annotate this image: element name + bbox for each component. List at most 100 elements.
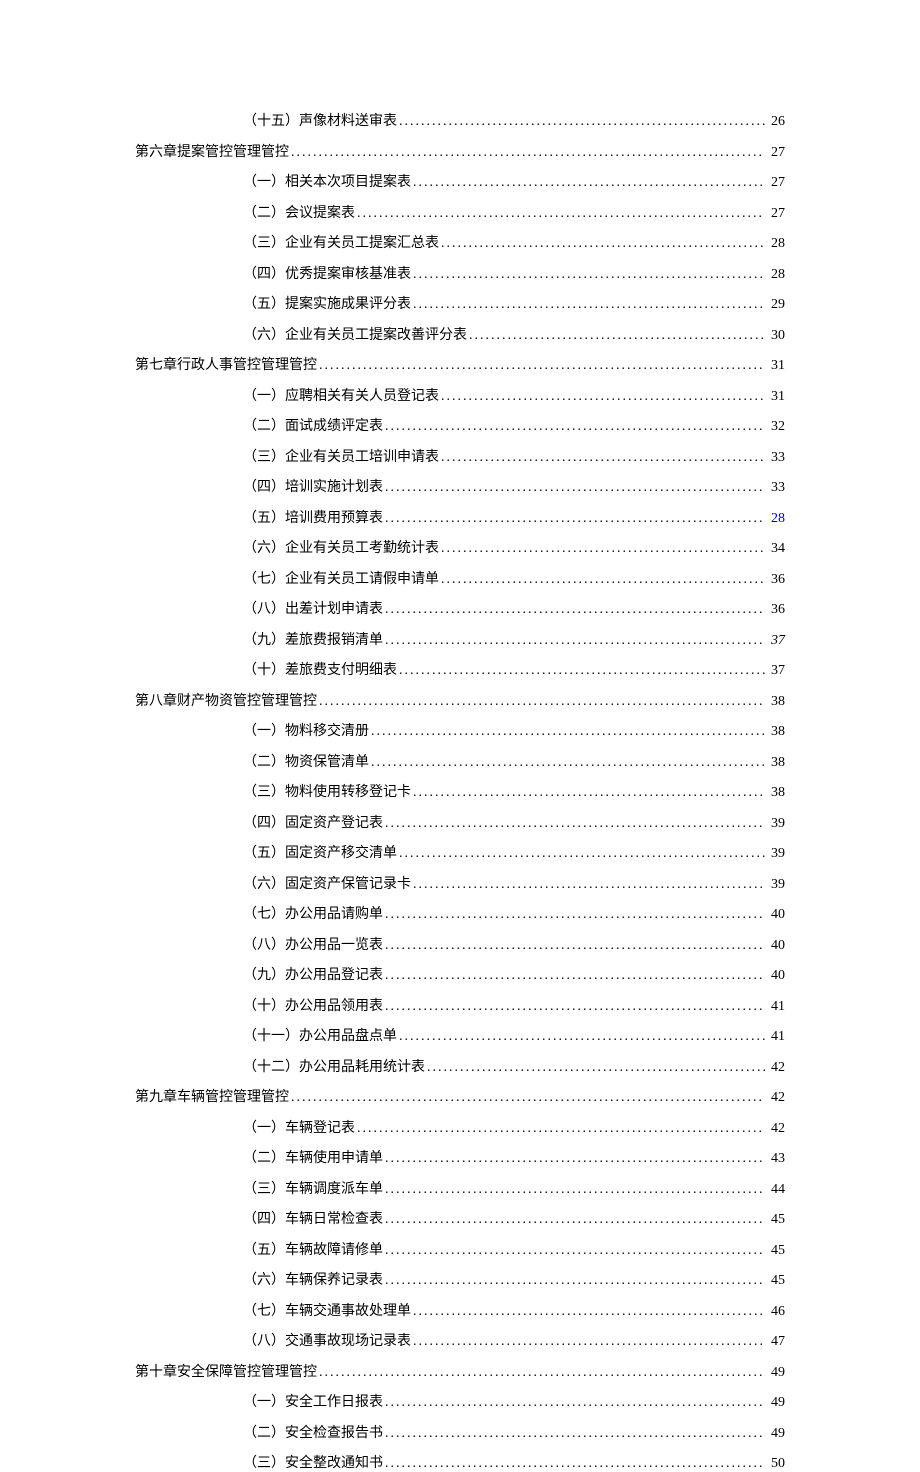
toc-row: （一）物料移交清册 38	[135, 720, 785, 740]
toc-leader-dots	[383, 1212, 765, 1228]
toc-title: （十五）声像材料送审表	[243, 110, 397, 130]
toc-leader-dots	[317, 694, 765, 710]
toc-page-number: 30	[765, 328, 785, 344]
toc-leader-dots	[425, 1060, 765, 1076]
toc-page-number: 33	[765, 480, 785, 496]
toc-title: （九）差旅费报销清单	[243, 629, 383, 649]
toc-title: （二）物资保管清单	[243, 751, 369, 771]
toc-title: 第六章提案管控管理管控	[135, 141, 289, 161]
toc-leader-dots	[397, 663, 765, 679]
toc-leader-dots	[383, 999, 765, 1015]
toc-leader-dots	[411, 877, 765, 893]
toc-leader-dots	[439, 541, 765, 557]
toc-row: （四）培训实施计划表33	[135, 476, 785, 496]
toc-page-number: 28	[765, 236, 785, 252]
toc-leader-dots	[289, 145, 765, 161]
toc-leader-dots	[369, 724, 765, 740]
toc-row: （八）出差计划申请表36	[135, 598, 785, 618]
toc-title: （七）办公用品请购单	[243, 903, 383, 923]
toc-leader-dots	[383, 419, 765, 435]
toc-page-number: 49	[765, 1365, 785, 1381]
toc-leader-dots	[439, 450, 765, 466]
toc-title: （四）车辆日常检查表	[243, 1208, 383, 1228]
toc-title: （一）物料移交清册	[243, 720, 369, 740]
toc-row: （二）安全检查报告书49	[135, 1422, 785, 1442]
toc-page-number: 31	[765, 358, 785, 374]
toc-leader-dots	[411, 785, 765, 801]
toc-page-number: 38	[765, 694, 785, 710]
toc-row: （九）办公用品登记表40	[135, 964, 785, 984]
toc-row: （六）车辆保养记录表 45	[135, 1269, 785, 1289]
toc-page-number: 42	[765, 1060, 785, 1076]
toc-title: （十一）办公用品盘点单	[243, 1025, 397, 1045]
toc-row: （二）面试成绩评定表32	[135, 415, 785, 435]
toc-title: （十）办公用品领用表	[243, 995, 383, 1015]
toc-page-number: 39	[765, 816, 785, 832]
toc-page-number: 27	[765, 206, 785, 222]
toc-leader-dots	[383, 633, 765, 649]
toc-title: （五）车辆故障请修单	[243, 1239, 383, 1259]
toc-page-number: 43	[765, 1151, 785, 1167]
toc-title: （三）企业有关员工培训申请表	[243, 446, 439, 466]
table-of-contents: （十五）声像材料送审表26第六章提案管控管理管控 27（一）相关本次项目提案表2…	[135, 110, 785, 1472]
toc-page-number: 42	[765, 1090, 785, 1106]
toc-title: （五）培训费用预算表	[243, 507, 383, 527]
toc-leader-dots	[383, 511, 765, 527]
toc-page-number: 45	[765, 1273, 785, 1289]
toc-leader-dots	[383, 1273, 765, 1289]
toc-row: 第九章车辆管控管理管控 42	[135, 1086, 785, 1106]
toc-leader-dots	[411, 267, 765, 283]
toc-row: 第七章行政人事管控管理管控 31	[135, 354, 785, 374]
toc-leader-dots	[383, 968, 765, 984]
toc-title: （二）会议提案表	[243, 202, 355, 222]
toc-page-number: 44	[765, 1182, 785, 1198]
toc-leader-dots	[439, 572, 765, 588]
toc-row: （一）车辆登记表42	[135, 1117, 785, 1137]
toc-title: （六）企业有关员工考勤统计表	[243, 537, 439, 557]
toc-leader-dots	[467, 328, 765, 344]
toc-leader-dots	[369, 755, 765, 771]
toc-title: （七）车辆交通事故处理单	[243, 1300, 411, 1320]
toc-leader-dots	[383, 1182, 765, 1198]
toc-title: （三）车辆调度派车单	[243, 1178, 383, 1198]
toc-leader-dots	[411, 297, 765, 313]
toc-row: （二）物资保管清单 38	[135, 751, 785, 771]
toc-title: （五）固定资产移交清单	[243, 842, 397, 862]
toc-leader-dots	[383, 816, 765, 832]
toc-row: （三）物料使用转移登记卡 38	[135, 781, 785, 801]
toc-title: （三）物料使用转移登记卡	[243, 781, 411, 801]
toc-leader-dots	[397, 846, 765, 862]
toc-page-number: 38	[765, 785, 785, 801]
toc-title: （六）车辆保养记录表	[243, 1269, 383, 1289]
toc-title: （六）企业有关员工提案改善评分表	[243, 324, 467, 344]
toc-row: （五）培训费用预算表28	[135, 507, 785, 527]
toc-row: （三）车辆调度派车单 44	[135, 1178, 785, 1198]
toc-row: （三）企业有关员工培训申请表 33	[135, 446, 785, 466]
toc-page-number: 28	[765, 267, 785, 283]
toc-row: （七）企业有关员工请假申请单36	[135, 568, 785, 588]
toc-page-number: 39	[765, 877, 785, 893]
toc-title: （八）出差计划申请表	[243, 598, 383, 618]
toc-page-number: 49	[765, 1426, 785, 1442]
toc-row: 第十章安全保障管控管理管控 49	[135, 1361, 785, 1381]
toc-title: （二）面试成绩评定表	[243, 415, 383, 435]
toc-page-number: 39	[765, 846, 785, 862]
toc-page-number: 49	[765, 1395, 785, 1411]
toc-leader-dots	[383, 907, 765, 923]
toc-leader-dots	[411, 1334, 765, 1350]
toc-row: （七）办公用品请购单40	[135, 903, 785, 923]
toc-leader-dots	[397, 114, 765, 130]
toc-page-number: 42	[765, 1121, 785, 1137]
toc-leader-dots	[383, 1151, 765, 1167]
toc-title: （十）差旅费支付明细表	[243, 659, 397, 679]
toc-page-number: 29	[765, 297, 785, 313]
toc-leader-dots	[383, 938, 765, 954]
toc-title: （一）应聘相关有关人员登记表	[243, 385, 439, 405]
toc-leader-dots	[383, 1395, 765, 1411]
toc-page-number: 38	[765, 724, 785, 740]
toc-row: （六）企业有关员工考勤统计表 34	[135, 537, 785, 557]
toc-page-number: 38	[765, 755, 785, 771]
toc-page-number: 34	[765, 541, 785, 557]
toc-page-number: 37	[765, 663, 785, 679]
toc-title: 第十章安全保障管控管理管控	[135, 1361, 317, 1381]
